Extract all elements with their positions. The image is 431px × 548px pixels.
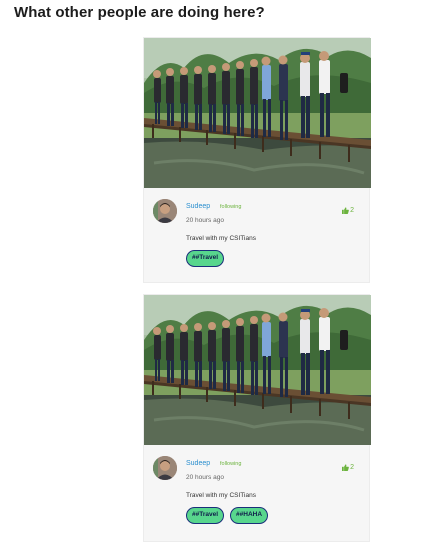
section-title: What other people are doing here? (14, 4, 265, 21)
follow-status[interactable]: following (220, 204, 241, 210)
tag-list: ##Travel (186, 250, 225, 267)
hashtag-chip[interactable]: ##HAHA (230, 507, 269, 524)
post-photo[interactable] (144, 295, 371, 445)
avatar[interactable] (153, 199, 177, 223)
post-info: Sudeep following 20 hours ago 2 Travel w… (144, 188, 369, 283)
username-link[interactable]: Sudeep (186, 203, 210, 210)
username-link[interactable]: Sudeep (186, 460, 210, 467)
post-caption: Travel with my CSITians (186, 235, 256, 242)
hashtag-chip[interactable]: ##Travel (186, 250, 225, 267)
follow-status[interactable]: following (220, 461, 241, 467)
post-time: 20 hours ago (186, 217, 224, 224)
activity-feed: Sudeep following 20 hours ago 2 Travel w… (143, 37, 371, 548)
post-caption: Travel with my CSITians (186, 492, 256, 499)
post-info: Sudeep following 20 hours ago 2 Travel w… (144, 445, 369, 540)
post-photo[interactable] (144, 38, 371, 188)
avatar[interactable] (153, 456, 177, 480)
thumbs-up-icon (342, 207, 349, 214)
post-time: 20 hours ago (186, 474, 224, 481)
post-card: Sudeep following 20 hours ago 2 Travel w… (143, 37, 371, 283)
like-button[interactable]: 2 (342, 464, 354, 471)
post-card: Sudeep following 20 hours ago 2 Travel w… (143, 294, 371, 542)
thumbs-up-icon (342, 464, 349, 471)
like-button[interactable]: 2 (342, 207, 354, 214)
tag-list: ##Travel ##HAHA (186, 507, 269, 524)
like-count: 2 (350, 207, 354, 214)
hashtag-chip[interactable]: ##Travel (186, 507, 225, 524)
like-count: 2 (350, 464, 354, 471)
